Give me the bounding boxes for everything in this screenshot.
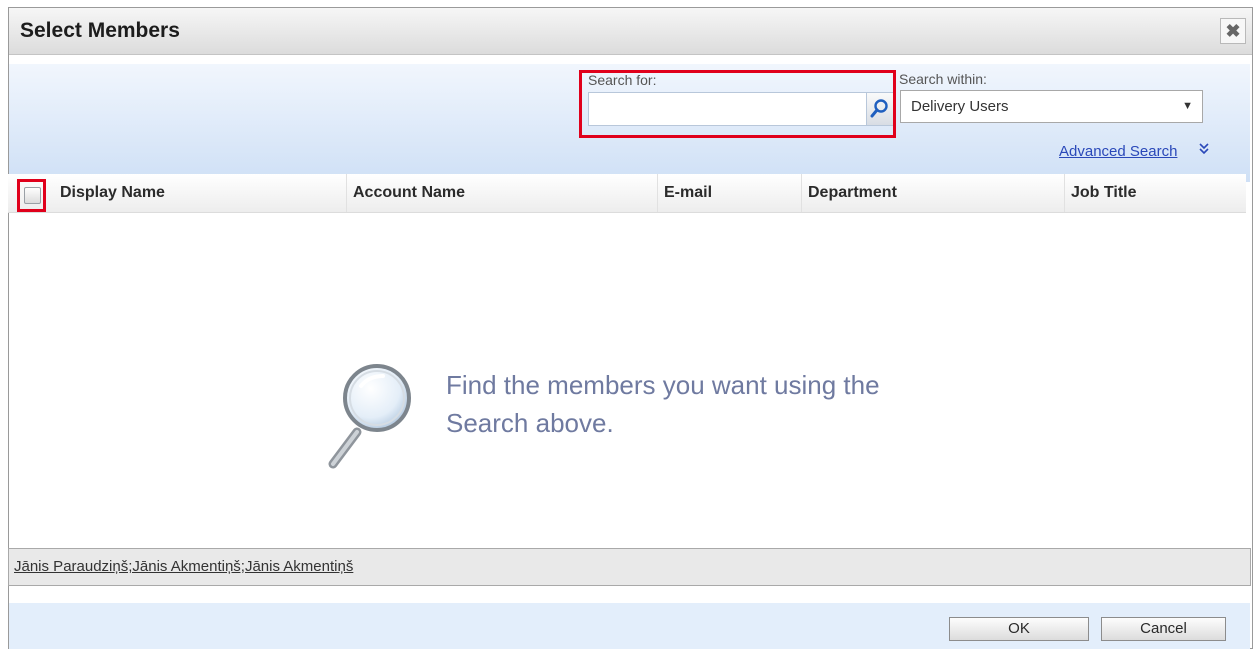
dialog-titlebar: Select Members ✖ [9, 8, 1252, 55]
checkbox-highlight-box [17, 179, 46, 212]
search-highlight-box [579, 70, 896, 138]
cancel-button[interactable]: Cancel [1101, 617, 1226, 641]
column-header-display-name[interactable]: Display Name [54, 174, 348, 212]
column-header-job-title[interactable]: Job Title [1064, 174, 1246, 212]
close-button[interactable]: ✖ [1220, 18, 1246, 44]
column-header-account-name[interactable]: Account Name [346, 174, 657, 212]
empty-state-line-2: Search above. [446, 408, 614, 438]
search-within-select[interactable]: Delivery Users ▼ [900, 90, 1203, 123]
column-header-department[interactable]: Department [801, 174, 1064, 212]
advanced-search-link[interactable]: Advanced Search [1059, 143, 1177, 160]
magnifier-illustration-icon [328, 364, 411, 469]
column-header-email[interactable]: E-mail [657, 174, 801, 212]
ok-button[interactable]: OK [949, 617, 1089, 641]
dialog-title: Select Members [20, 19, 180, 42]
close-icon: ✖ [1225, 21, 1241, 41]
selected-members-bar: Jānis Paraudziņš;Jānis Akmentiņš;Jānis A… [8, 548, 1251, 586]
empty-state-message: Find the members you want using the Sear… [446, 366, 986, 442]
selected-members-list[interactable]: Jānis Paraudziņš;Jānis Akmentiņš;Jānis A… [14, 558, 353, 575]
search-within-value: Delivery Users [911, 98, 1009, 115]
expand-chevron-icon[interactable] [1198, 142, 1210, 159]
empty-state-line-1: Find the members you want using the [446, 370, 880, 400]
dropdown-arrow-icon: ▼ [1182, 100, 1193, 112]
search-within-label: Search within: [899, 71, 987, 87]
table-header: Display Name Account Name E-mail Departm… [8, 174, 1246, 213]
